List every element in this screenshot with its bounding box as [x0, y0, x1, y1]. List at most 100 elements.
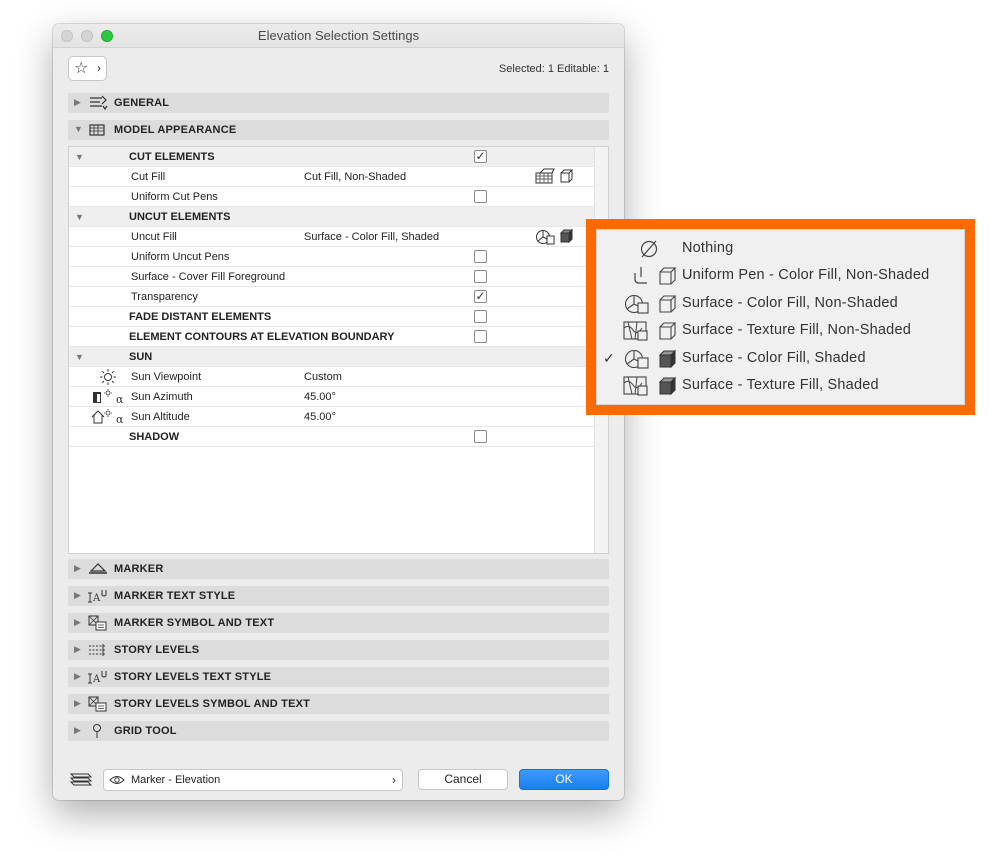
chevron-right-icon: › — [97, 61, 101, 75]
row-label: Transparency — [131, 291, 198, 303]
general-settings-icon — [90, 95, 108, 111]
cut-fill-icon — [535, 168, 555, 184]
group-sun[interactable]: ▼ SUN — [69, 347, 594, 367]
cut-fill-value[interactable]: Cut Fill, Non-Shaded — [304, 171, 406, 183]
surface-texture-fill-icon — [623, 376, 677, 396]
row-label: FADE DISTANT ELEMENTS — [129, 311, 272, 323]
row-label: SHADOW — [129, 431, 180, 443]
section-label: MODEL APPEARANCE — [114, 124, 237, 136]
row-label: Sun Viewpoint — [131, 371, 202, 383]
surface-color-fill-icon — [536, 230, 555, 245]
shadow-checkbox[interactable] — [474, 430, 487, 443]
symbol-text-icon — [88, 696, 107, 712]
dialog-footer: Marker - Elevation › Cancel OK — [53, 762, 624, 800]
row-label: Cut Fill — [131, 171, 166, 183]
group-cut-elements[interactable]: ▼ CUT ELEMENTS ✓ — [69, 147, 594, 167]
row-label: Sun Azimuth — [131, 391, 193, 403]
menu-item-surface-color-fill-shaded[interactable]: ✓ Surface - Color Fill, Shaded — [597, 345, 966, 372]
selection-status: Selected: 1 Editable: 1 — [498, 63, 609, 75]
model-appearance-panel: ▼ CUT ELEMENTS ✓ Cut Fill Cut Fill, Non-… — [68, 146, 609, 554]
sun-azimuth-icon: α — [93, 389, 124, 405]
row-element-contours[interactable]: ELEMENT CONTOURS AT ELEVATION BOUNDARY — [69, 327, 594, 347]
section-general[interactable]: ▶ GENERAL — [68, 93, 609, 113]
row-uncut-fill[interactable]: Uncut Fill Surface - Color Fill, Shaded — [69, 227, 594, 247]
disclosure-triangle-icon: ▼ — [75, 212, 84, 222]
row-shadow[interactable]: SHADOW — [69, 427, 594, 447]
disclosure-triangle-icon: ▶ — [74, 97, 81, 107]
cancel-button[interactable]: Cancel — [418, 769, 508, 790]
disclosure-triangle-icon: ▶ — [74, 725, 81, 735]
disclosure-triangle-icon: ▶ — [74, 671, 81, 681]
row-fade-distant-elements[interactable]: FADE DISTANT ELEMENTS — [69, 307, 594, 327]
surface-texture-fill-icon — [623, 321, 677, 341]
ok-button[interactable]: OK — [519, 769, 609, 790]
menu-item-surface-color-fill-non-shaded[interactable]: Surface - Color Fill, Non-Shaded — [597, 290, 966, 317]
disclosure-triangle-icon: ▼ — [74, 124, 83, 134]
section-grid-tool[interactable]: ▶ GRID TOOL — [68, 721, 609, 741]
view-map-selector[interactable]: Marker - Elevation › — [103, 769, 403, 791]
uniform-uncut-pens-checkbox[interactable] — [474, 250, 487, 263]
section-marker-text-style[interactable]: ▶ A MARKER TEXT STYLE — [68, 586, 609, 606]
section-story-levels[interactable]: ▶ STORY LEVELS — [68, 640, 609, 660]
row-label: Sun Altitude — [131, 411, 190, 423]
group-uncut-elements[interactable]: ▼ UNCUT ELEMENTS — [69, 207, 594, 227]
row-label: Uniform Uncut Pens — [131, 251, 230, 263]
uniform-cut-pens-checkbox[interactable] — [474, 190, 487, 203]
menu-item-surface-texture-fill-shaded[interactable]: Surface - Texture Fill, Shaded — [597, 372, 966, 399]
transparency-checkbox[interactable]: ✓ — [474, 290, 487, 303]
sun-viewpoint-value[interactable]: Custom — [304, 371, 342, 383]
section-label: MARKER — [114, 563, 164, 575]
story-levels-icon — [89, 644, 106, 656]
text-style-icon: A — [88, 671, 107, 685]
sun-azimuth-value[interactable]: 45.00° — [304, 391, 336, 403]
fill-type-menu: Nothing Uniform Pen - Color Fill, Non-Sh… — [596, 229, 965, 405]
row-label: Uniform Cut Pens — [131, 191, 218, 203]
row-sun-altitude[interactable]: α Sun Altitude 45.00° — [69, 407, 594, 427]
section-model-appearance[interactable]: ▼ MODEL APPEARANCE — [68, 120, 609, 140]
surface-cover-fill-checkbox[interactable] — [474, 270, 487, 283]
cut-elements-checkbox[interactable]: ✓ — [474, 150, 487, 163]
title-bar[interactable]: Elevation Selection Settings — [53, 24, 624, 48]
cube-shaded-icon — [559, 228, 574, 244]
section-story-levels-symbol-and-text[interactable]: ▶ STORY LEVELS SYMBOL AND TEXT — [68, 694, 609, 714]
menu-item-label: Surface - Texture Fill, Non-Shaded — [682, 322, 911, 338]
layers-icon[interactable] — [68, 770, 94, 788]
menu-item-label: Nothing — [682, 240, 734, 256]
row-transparency[interactable]: Transparency ✓ — [69, 287, 594, 307]
element-contours-checkbox[interactable] — [474, 330, 487, 343]
section-label: MARKER SYMBOL AND TEXT — [114, 617, 275, 629]
svg-text:A: A — [92, 593, 101, 604]
uniform-pen-icon — [634, 267, 677, 285]
cube-outline-icon — [560, 169, 574, 183]
menu-item-label: Surface - Color Fill, Non-Shaded — [682, 295, 898, 311]
row-uniform-cut-pens[interactable]: Uniform Cut Pens — [69, 187, 594, 207]
symbol-text-icon — [88, 615, 107, 631]
menu-item-label: Uniform Pen - Color Fill, Non-Shaded — [682, 267, 930, 283]
disclosure-triangle-icon: ▶ — [74, 698, 81, 708]
star-icon: ☆ — [74, 60, 89, 77]
row-surface-cover-fill[interactable]: Surface - Cover Fill Foreground — [69, 267, 594, 287]
menu-item-uniform-pen-color-fill-non-shaded[interactable]: Uniform Pen - Color Fill, Non-Shaded — [597, 262, 966, 289]
row-sun-viewpoint[interactable]: Sun Viewpoint Custom — [69, 367, 594, 387]
disclosure-triangle-icon: ▶ — [74, 563, 81, 573]
uncut-fill-value[interactable]: Surface - Color Fill, Shaded — [304, 231, 439, 243]
menu-item-surface-texture-fill-non-shaded[interactable]: Surface - Texture Fill, Non-Shaded — [597, 317, 966, 344]
svg-text:α: α — [116, 393, 124, 405]
row-cut-fill[interactable]: Cut Fill Cut Fill, Non-Shaded — [69, 167, 594, 187]
favorites-button[interactable]: ☆ › — [68, 56, 107, 81]
row-sun-azimuth[interactable]: α Sun Azimuth 45.00° — [69, 387, 594, 407]
fade-distant-checkbox[interactable] — [474, 310, 487, 323]
group-label: CUT ELEMENTS — [129, 151, 215, 163]
eye-icon — [109, 776, 125, 784]
menu-item-nothing[interactable]: Nothing — [597, 235, 966, 262]
section-marker-symbol-and-text[interactable]: ▶ MARKER SYMBOL AND TEXT — [68, 613, 609, 633]
sun-altitude-value[interactable]: 45.00° — [304, 411, 336, 423]
fill-type-popup-highlight: Nothing Uniform Pen - Color Fill, Non-Sh… — [586, 219, 975, 415]
svg-text:α: α — [116, 413, 124, 425]
row-uniform-uncut-pens[interactable]: Uniform Uncut Pens — [69, 247, 594, 267]
row-label: ELEMENT CONTOURS AT ELEVATION BOUNDARY — [129, 331, 395, 343]
section-marker[interactable]: ▶ MARKER — [68, 559, 609, 579]
section-label: STORY LEVELS TEXT STYLE — [114, 671, 272, 683]
section-story-levels-text-style[interactable]: ▶ A STORY LEVELS TEXT STYLE — [68, 667, 609, 687]
section-label: GENERAL — [114, 97, 170, 109]
